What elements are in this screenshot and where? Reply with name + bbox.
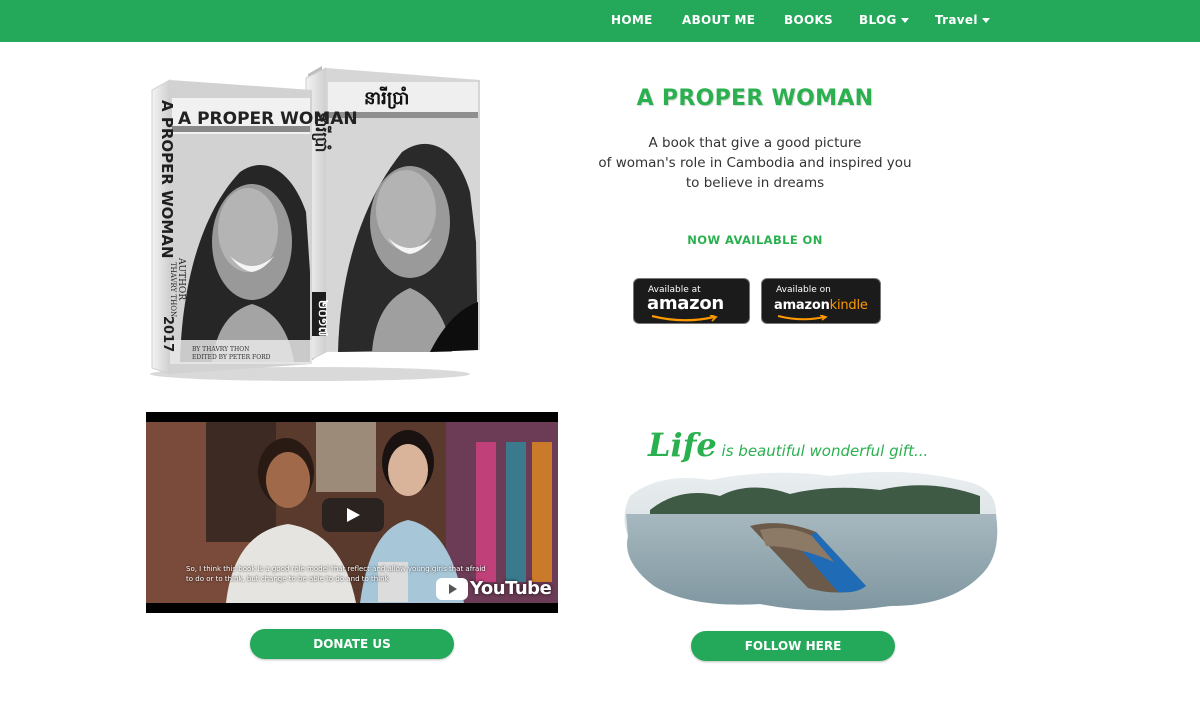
book-title: A PROPER WOMAN [636,86,874,111]
nav-books[interactable]: BOOKS [784,0,833,42]
available-on-label: NOW AVAILABLE ON [687,233,823,247]
lake-boat-image [624,471,998,611]
play-icon[interactable] [322,498,384,532]
book1-spine-title: A PROPER WOMAN [158,100,176,259]
life-quote: Life is beautiful wonderful gift... [648,426,1008,464]
life-rest: is beautiful wonderful gift... [716,442,929,460]
book-description-line: A book that give a good picture [648,135,862,151]
chevron-down-icon [900,18,909,23]
book1-cover-title: A PROPER WOMAN [178,109,358,129]
nav-about-me[interactable]: ABOUT ME [682,0,755,42]
youtube-text: YouTube [470,578,552,599]
kindle-store-button[interactable]: Available on amazonkindle [761,278,881,324]
youtube-icon [436,578,468,600]
nav-home[interactable]: HOME [611,0,653,42]
nav-travel[interactable]: Travel [935,0,990,42]
book2-spine-year: ២០១៧ [316,300,330,337]
follow-button[interactable]: FOLLOW HERE [691,631,895,661]
book1-spine-year: 2017 [160,316,175,352]
top-navbar: HOME ABOUT ME BOOKS BLOG Travel [0,0,1200,42]
amazon-smile-icon [777,315,828,321]
book-description-line: of woman's role in Cambodia and inspired… [598,155,912,171]
book-description-line: to believe in dreams [685,175,825,191]
chevron-down-icon [981,18,990,23]
nav-blog-label: BLOG [859,13,897,27]
kindle-logo-text: amazonkindle [774,298,868,313]
book1-editor-line: EDITED BY PETER FORD [192,354,271,361]
kindle-word: kindle [829,298,868,313]
amazon-store-button[interactable]: Available at amazon [633,278,750,324]
amazon-logo-text: amazon [647,293,724,314]
amazon-smile-icon [651,315,718,322]
kindle-brand: amazon [774,298,830,313]
kindle-small-label: Available on [776,285,831,295]
nav-travel-label: Travel [935,13,978,27]
life-word: Life [648,426,717,464]
nav-blog[interactable]: BLOG [859,0,909,42]
book1-author-line: BY THAVRY THON [192,346,249,353]
book1-spine-author: THAVRY THON [169,262,177,317]
donate-button[interactable]: DONATE US [250,629,454,659]
book2-cover-title: នារីប្រាំ [364,86,409,109]
book-description: A book that give a good picture of woman… [560,133,950,193]
book-covers-image: នារីប្រាំ នារីប្រាំ ២០១៧ A PROPER WOMAN … [150,66,480,381]
video-player[interactable]: So, I think this book is a good role mod… [146,412,558,613]
